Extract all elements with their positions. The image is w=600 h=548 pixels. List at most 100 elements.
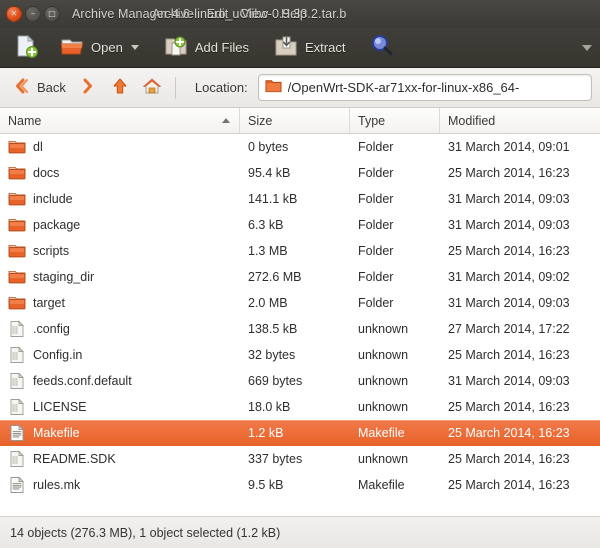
table-row[interactable]: feeds.conf.default 669 bytes unknown 31 Mar… <box>0 368 600 394</box>
file-name-label: Makefile <box>33 426 80 440</box>
file-name-cell: package <box>0 216 240 234</box>
file-size-cell: 2.0 MB <box>248 296 288 310</box>
makefile-icon <box>10 476 25 493</box>
folder-icon <box>8 245 26 258</box>
file-name-label: target <box>33 296 65 310</box>
new-document-icon <box>13 33 39 62</box>
new-archive-button[interactable] <box>6 32 52 64</box>
back-label: Back <box>37 80 66 95</box>
menu-item-edit[interactable]: Edit <box>207 7 229 21</box>
file-modified-cell: 25 March 2014, 16:23 <box>448 244 570 258</box>
add-files-button[interactable]: Add Files <box>156 32 256 64</box>
file-size-cell: 141.1 kB <box>248 192 298 206</box>
extract-label: Extract <box>305 40 346 55</box>
location-path: /OpenWrt-SDK-ar71xx-for-linux-x86_64- <box>287 80 520 95</box>
maximize-button[interactable]: □ <box>44 6 60 22</box>
table-row[interactable]: include 141.1 kB Folder 31 March 2014, 09:0… <box>0 186 600 212</box>
menu-item-view[interactable]: View <box>241 7 268 21</box>
file-modified-cell: 25 March 2014, 16:23 <box>448 426 570 440</box>
minimize-button[interactable]: – <box>25 6 41 22</box>
file-modified-cell: 31 March 2014, 09:03 <box>448 218 570 232</box>
folder-icon <box>8 193 26 206</box>
file-name-label: staging_dir <box>33 270 95 284</box>
table-row[interactable]: scripts 1.3 MB Folder 25 March 2014, 16:23 <box>0 238 600 264</box>
file-list[interactable]: dl 0 bytes Folder 31 March 2014, 09:01 docs 9… <box>0 134 600 516</box>
file-type-cell: unknown <box>358 348 409 362</box>
toolbar: Open Add Files Extract <box>0 28 600 68</box>
file-modified-cell: 25 March 2014, 16:23 <box>448 478 570 492</box>
table-row[interactable]: Makefile 1.2 kB Makefile 25 March 2014, 16:… <box>0 420 600 446</box>
file-name-label: Config.in <box>33 348 83 362</box>
column-header-modified[interactable]: Modified <box>440 108 600 133</box>
open-button[interactable]: Open <box>52 32 146 64</box>
close-icon: ✕ <box>10 9 18 18</box>
file-icon <box>10 346 25 363</box>
file-modified-cell: 25 March 2014, 16:23 <box>448 400 570 414</box>
column-header-name[interactable]: Name <box>0 108 240 133</box>
close-button[interactable]: ✕ <box>6 6 22 22</box>
file-name-label: include <box>33 192 73 206</box>
file-icon <box>10 398 25 415</box>
table-row[interactable]: package 6.3 kB Folder 31 March 2014, 09:03 <box>0 212 600 238</box>
minimize-icon: – <box>31 9 35 18</box>
home-button[interactable] <box>138 74 166 102</box>
file-type-cell: unknown <box>358 322 409 336</box>
location-input[interactable]: /OpenWrt-SDK-ar71xx-for-linux-x86_64- <box>257 74 592 101</box>
file-size-cell: 18.0 kB <box>248 400 291 414</box>
file-size-cell: 0 bytes <box>248 140 289 154</box>
folder-icon <box>8 167 26 180</box>
go-up-button[interactable] <box>106 74 134 102</box>
chevron-right-icon <box>78 76 98 99</box>
home-icon <box>142 76 162 99</box>
search-button[interactable] <box>362 32 408 64</box>
file-name-cell: feeds.conf.default <box>0 372 240 390</box>
file-name-cell: Config.in <box>0 346 240 364</box>
file-type-cell: Makefile <box>358 478 405 492</box>
file-size-cell: 6.3 kB <box>248 218 284 232</box>
menu-item-help[interactable]: Help <box>281 7 307 21</box>
chevron-down-icon[interactable] <box>130 45 139 50</box>
file-modified-cell: 25 March 2014, 16:23 <box>448 166 570 180</box>
file-type-cell: Folder <box>358 192 394 206</box>
folder-icon <box>8 141 26 154</box>
file-type-cell: Folder <box>358 296 394 310</box>
file-name-cell: Makefile <box>0 424 240 442</box>
table-row[interactable]: README.SDK 337 bytes unknown 25 March 2014,… <box>0 446 600 472</box>
title-bar: ✕ – □ Archive Manager -4.6-linaro_uClibc… <box>0 0 600 28</box>
column-headers: Name Size Type Modified <box>0 108 600 134</box>
status-bar: 14 objects (276.3 MB), 1 object selected… <box>0 516 600 548</box>
title-text-layer: Archive Manager -4.6-linaro_uClibc-0.9.3… <box>0 0 600 28</box>
column-header-size[interactable]: Size <box>240 108 350 133</box>
add-files-label: Add Files <box>194 40 250 55</box>
folder-icon <box>265 77 282 99</box>
table-row[interactable]: target 2.0 MB Folder 31 March 2014, 09:03 <box>0 290 600 316</box>
forward-button[interactable] <box>74 74 102 102</box>
location-bar: Back Location: /OpenWrt-SDK-ar71xx-for-l… <box>0 68 600 108</box>
file-size-cell: 138.5 kB <box>248 322 298 336</box>
file-name-cell: include <box>0 190 240 208</box>
table-row[interactable]: docs 95.4 kB Folder 25 March 2014, 16:23 <box>0 160 600 186</box>
file-type-cell: Folder <box>358 140 394 154</box>
menu-item-archive[interactable]: Archive <box>152 7 194 21</box>
table-row[interactable]: rules.mk 9.5 kB Makefile 25 March 2014, 16:… <box>0 472 600 498</box>
file-size-cell: 272.6 MB <box>248 270 302 284</box>
column-header-type[interactable]: Type <box>350 108 440 133</box>
column-header-type-label: Type <box>358 113 386 128</box>
column-header-size-label: Size <box>248 113 273 128</box>
chevron-left-icon <box>12 76 32 99</box>
file-name-cell: scripts <box>0 242 240 260</box>
file-modified-cell: 31 March 2014, 09:02 <box>448 270 570 284</box>
extract-icon <box>273 33 299 62</box>
back-button[interactable]: Back <box>8 74 70 102</box>
table-row[interactable]: staging_dir 272.6 MB Folder 31 March 2014, … <box>0 264 600 290</box>
table-row[interactable]: dl 0 bytes Folder 31 March 2014, 09:01 <box>0 134 600 160</box>
file-name-cell: .config <box>0 320 240 338</box>
table-row[interactable]: LICENSE 18.0 kB unknown 25 March 2014, 16:2… <box>0 394 600 420</box>
toolbar-overflow-icon[interactable] <box>582 44 592 51</box>
table-row[interactable]: Config.in 32 bytes unknown 25 March 2014, 1… <box>0 342 600 368</box>
table-row[interactable]: .config 138.5 kB unknown 27 March 2014, 17:… <box>0 316 600 342</box>
file-type-cell: Folder <box>358 218 394 232</box>
file-name-cell: docs <box>0 164 240 182</box>
file-type-cell: unknown <box>358 374 409 388</box>
extract-button[interactable]: Extract <box>266 32 352 64</box>
